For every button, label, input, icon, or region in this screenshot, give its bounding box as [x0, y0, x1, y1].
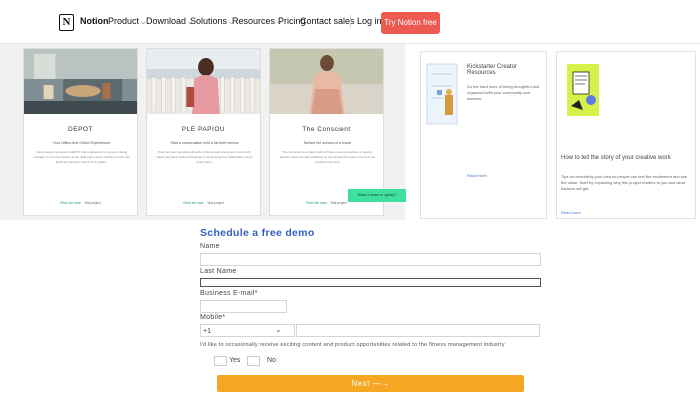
card-description: The Conscient is a brand built to bring … — [279, 150, 376, 164]
panel-text: Tips for describing your idea so people … — [561, 174, 688, 191]
read-more-link[interactable]: Read more — [467, 173, 487, 178]
next-button[interactable]: Next —→ — [217, 375, 524, 392]
visit-project-link[interactable]: Visit project — [330, 201, 346, 205]
card-subtitle: Start a conversation with a full brief s… — [170, 141, 239, 145]
conscient-photo — [270, 49, 383, 114]
creator-illustration — [426, 63, 458, 125]
consent-no-checkbox[interactable] — [247, 356, 260, 366]
contact-sales-link[interactable]: Contact sales — [300, 16, 355, 26]
try-notion-free-button[interactable]: Try Notion free — [381, 12, 440, 34]
consent-text: I'd like to occasionally receive excitin… — [200, 342, 505, 348]
last-name-input[interactable] — [200, 278, 541, 287]
card-description: Some design concepts in DEPOT that empha… — [33, 150, 130, 164]
chevron-down-icon: ⌵ — [141, 20, 146, 26]
nav-item-product[interactable]: Product ⌵ — [108, 16, 146, 27]
form-title: Schedule a free demo — [200, 227, 315, 239]
visit-project-link[interactable]: Visit project — [207, 201, 223, 205]
top-nav: N Notion Product ⌵ Download ⌵ Solutions ⌵ R… — [0, 0, 700, 44]
depot-photo — [24, 49, 137, 114]
consent-yes-label: Yes — [229, 357, 241, 364]
card-subtitle: Behind the scenes of a brand — [304, 141, 351, 145]
country-code-value: +1 — [203, 328, 211, 335]
read-case-link[interactable]: Read the case — [183, 201, 204, 205]
consent-yes-checkbox[interactable] — [214, 356, 227, 366]
page: N Notion Product ⌵ Download ⌵ Solutions ⌵ R… — [0, 0, 700, 400]
read-more-link[interactable]: Read more — [561, 210, 581, 215]
resource-panel-kickstarter: Kickstarter Creator Resources Do the har… — [420, 51, 547, 219]
card-description: PLE has been providing all sorts of clie… — [156, 150, 253, 164]
resource-panel-storytelling: How to tell the story of your creative w… — [556, 51, 696, 219]
consent-no-label: No — [267, 357, 276, 364]
nav-divider — [350, 15, 351, 28]
storytelling-illustration — [567, 64, 599, 116]
panel-text: Do the hard work of being thoughtful and… — [467, 84, 540, 101]
mobile-input[interactable] — [296, 324, 540, 337]
card-title: DEPOT — [68, 126, 93, 133]
case-card-ple-papiou[interactable]: PLE PAPIOU Start a conversation with a f… — [146, 48, 261, 216]
login-link[interactable]: Log in — [357, 16, 382, 26]
panel-title: How to tell the story of your creative w… — [561, 155, 671, 161]
name-input[interactable] — [200, 253, 541, 266]
card-title: PLE PAPIOU — [181, 126, 226, 133]
nav-item-solutions[interactable]: Solutions ⌵ — [190, 16, 234, 27]
ple-papiou-photo — [147, 49, 260, 114]
business-email-label: Business E-mail* — [200, 290, 258, 297]
nav-item-download[interactable]: Download ⌵ — [146, 16, 193, 27]
card-links: Read the case Visit project — [147, 201, 260, 205]
read-case-link[interactable]: Read the case — [60, 201, 81, 205]
panel-title: Kickstarter Creator Resources — [467, 64, 518, 76]
chevron-down-icon: ⌄ — [275, 325, 282, 334]
business-email-input[interactable] — [200, 300, 287, 313]
name-label: Name — [200, 243, 220, 250]
brand-name[interactable]: Notion — [80, 16, 109, 26]
card-links: Read the case Visit project — [24, 201, 137, 205]
card-subtitle: Your Offline-first Online Experiences — [52, 141, 111, 145]
last-name-label: Last Name — [200, 268, 237, 275]
notion-logo-icon[interactable]: N — [59, 14, 74, 31]
nav-item-resources[interactable]: Resources ⌵ — [232, 16, 282, 27]
card-title: The Conscient — [302, 126, 351, 133]
mobile-label: Mobile* — [200, 314, 226, 321]
team-group-button[interactable]: Have a team or group? — [348, 189, 406, 202]
read-case-link[interactable]: Read the case — [306, 201, 327, 205]
case-card-depot[interactable]: DEPOT Your Offline-first Online Experien… — [23, 48, 138, 216]
visit-project-link[interactable]: Visit project — [84, 201, 100, 205]
